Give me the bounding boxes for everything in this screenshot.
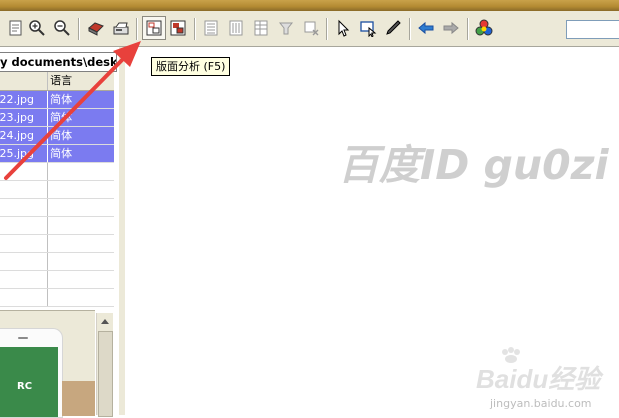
- merge-block-icon[interactable]: [275, 17, 297, 39]
- watermark-text: 百度ID gu0zi: [338, 141, 609, 189]
- pen-icon[interactable]: [382, 17, 404, 39]
- vertical-block-icon[interactable]: [225, 17, 247, 39]
- file-language: 简体: [50, 93, 73, 106]
- open-folder-icon[interactable]: [85, 17, 107, 39]
- file-language: 简体: [50, 111, 73, 124]
- folder-path: y documents\desk: [0, 52, 117, 72]
- vertical-scrollbar[interactable]: [96, 313, 113, 417]
- toolbar-separator: [326, 18, 328, 40]
- toolbar-separator: [467, 18, 469, 40]
- table-row-empty: [0, 253, 114, 271]
- window-top-strip: [0, 0, 619, 11]
- page-icon[interactable]: [4, 17, 26, 39]
- pointer-icon[interactable]: [332, 17, 354, 39]
- thumbnail-label: RC: [17, 381, 33, 392]
- file-name: _23.jpg: [0, 111, 35, 124]
- table-row[interactable]: _23.jpg 简体: [0, 109, 114, 127]
- toolbar: [0, 11, 619, 47]
- file-language: 简体: [50, 147, 73, 160]
- table-row-empty: [0, 235, 114, 253]
- baidu-brand: Baidu经验: [476, 364, 601, 394]
- column-header-language[interactable]: 语言: [48, 72, 114, 90]
- table-block-icon[interactable]: [250, 17, 272, 39]
- scanner-icon[interactable]: [110, 17, 132, 39]
- tooltip: 版面分析 (F5): [151, 57, 231, 76]
- phone-thumbnail[interactable]: RC: [0, 328, 63, 418]
- text-block-icon[interactable]: [200, 17, 222, 39]
- table-row-empty: [0, 181, 114, 199]
- toolbar-separator: [194, 18, 196, 40]
- table-row-empty: [0, 163, 114, 181]
- layout-analysis-icon[interactable]: [142, 16, 166, 40]
- table-row[interactable]: _24.jpg 简体: [0, 127, 114, 145]
- delete-block-icon[interactable]: [300, 17, 322, 39]
- table-row[interactable]: _22.jpg 简体: [0, 91, 114, 109]
- table-row-empty: [0, 199, 114, 217]
- left-pane: y documents\desk 语言 _22.jpg 简体 _23.jpg 简…: [0, 47, 118, 418]
- table-row-empty: [0, 271, 114, 289]
- zoom-in-icon[interactable]: [26, 17, 48, 39]
- baidu-url: jingyan.baidu.com: [490, 397, 592, 410]
- table-row-empty: [0, 289, 114, 307]
- colors-icon[interactable]: [473, 17, 495, 39]
- zoom-out-icon[interactable]: [51, 17, 73, 39]
- thumbnail-background: [62, 381, 95, 416]
- file-name: _22.jpg: [0, 93, 35, 106]
- table-row[interactable]: _25.jpg 简体: [0, 145, 114, 163]
- toolbar-separator: [136, 18, 138, 40]
- baidu-logo: Baidu经验 jingyan.baidu.com: [476, 347, 616, 413]
- phone-speaker: [18, 337, 28, 339]
- thumbnail-area: RC: [0, 310, 95, 418]
- select-region-icon[interactable]: [357, 17, 379, 39]
- scroll-thumb[interactable]: [98, 331, 113, 417]
- scroll-up-icon[interactable]: [97, 313, 113, 329]
- table-row-empty: [0, 217, 114, 235]
- file-name: _24.jpg: [0, 129, 35, 142]
- toolbar-separator: [409, 18, 411, 40]
- file-name: _25.jpg: [0, 147, 35, 160]
- file-table: 语言 _22.jpg 简体 _23.jpg 简体 _24.jpg 简体 _25.…: [0, 72, 114, 307]
- arrow-left-icon[interactable]: [415, 17, 437, 39]
- table-header: 语言: [0, 72, 114, 91]
- zoom-combo[interactable]: [566, 20, 619, 39]
- recognize-icon[interactable]: [167, 17, 189, 39]
- empty-rows: [0, 163, 114, 307]
- file-language: 简体: [50, 129, 73, 142]
- arrow-right-icon[interactable]: [440, 17, 462, 39]
- toolbar-separator: [78, 18, 80, 40]
- column-header-name[interactable]: [0, 72, 49, 90]
